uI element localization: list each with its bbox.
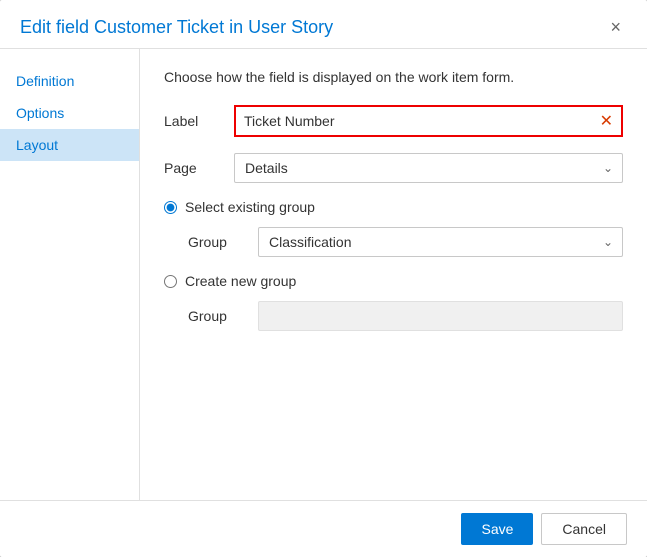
group-select-wrapper: Classification ⌄ (258, 227, 623, 257)
close-button[interactable]: × (604, 16, 627, 38)
cancel-button[interactable]: Cancel (541, 513, 627, 545)
save-button[interactable]: Save (461, 513, 533, 545)
create-new-radio[interactable] (164, 275, 177, 288)
new-group-row: Group (188, 301, 623, 331)
sidebar-item-layout[interactable]: Layout (0, 129, 139, 161)
page-select-wrapper: Details ⌄ (234, 153, 623, 183)
page-row: Page Details ⌄ (164, 153, 623, 183)
description-text: Choose how the field is displayed on the… (164, 69, 623, 85)
select-existing-radio[interactable] (164, 201, 177, 214)
clear-label-button[interactable]: ✕ (592, 107, 621, 135)
radio-group: Select existing group Group Classificati… (164, 199, 623, 331)
sidebar-item-options[interactable]: Options (0, 97, 139, 129)
select-existing-group-row: Select existing group (164, 199, 623, 215)
dialog-title: Edit field Customer Ticket in User Story (20, 17, 333, 38)
group-field-label: Group (188, 234, 258, 250)
edit-field-dialog: Edit field Customer Ticket in User Story… (0, 0, 647, 557)
label-field-label: Label (164, 113, 234, 129)
page-select[interactable]: Details (234, 153, 623, 183)
dialog-body: Definition Options Layout Choose how the… (0, 49, 647, 500)
select-existing-label[interactable]: Select existing group (185, 199, 315, 215)
new-group-input (258, 301, 623, 331)
label-row: Label ✕ (164, 105, 623, 137)
page-field-label: Page (164, 160, 234, 176)
new-group-field-label: Group (188, 308, 258, 324)
dialog-footer: Save Cancel (0, 500, 647, 557)
group-row: Group Classification ⌄ (188, 227, 623, 257)
sidebar: Definition Options Layout (0, 49, 140, 500)
group-select[interactable]: Classification (258, 227, 623, 257)
label-input-wrapper: ✕ (234, 105, 623, 137)
dialog-header: Edit field Customer Ticket in User Story… (0, 0, 647, 49)
main-content: Choose how the field is displayed on the… (140, 49, 647, 500)
sidebar-item-definition[interactable]: Definition (0, 65, 139, 97)
create-new-group-row: Create new group (164, 273, 623, 289)
label-input[interactable] (236, 107, 592, 135)
create-new-label[interactable]: Create new group (185, 273, 296, 289)
